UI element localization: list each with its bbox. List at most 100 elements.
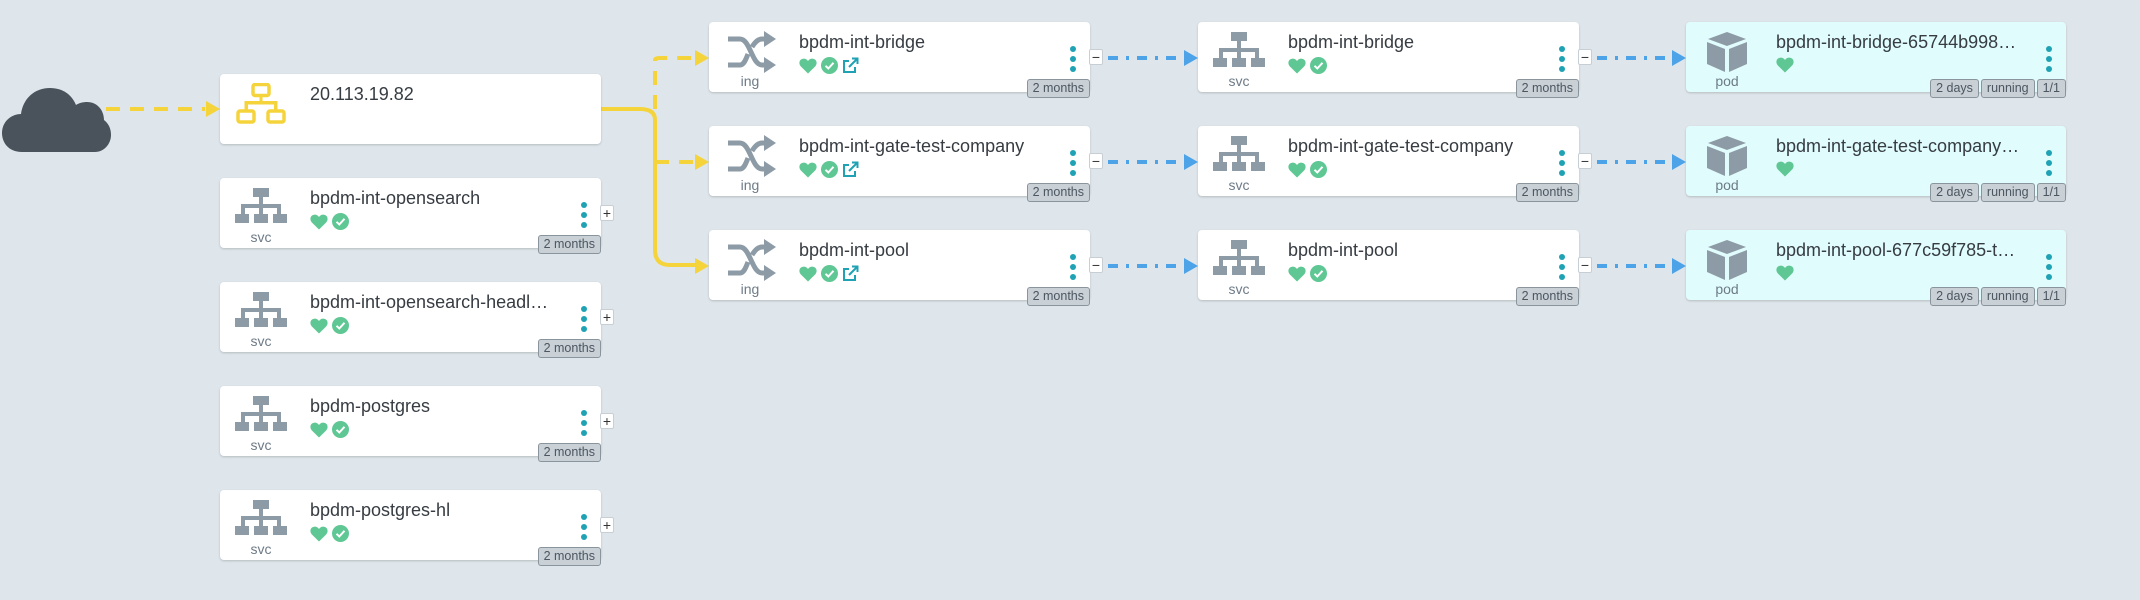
node-menu-icon[interactable] [1069,150,1077,176]
node-menu-icon[interactable] [2045,46,2053,72]
node-menu-icon[interactable] [580,514,588,540]
collapse-toggle[interactable]: − [1578,257,1592,273]
info-badges: 2 months [1026,79,1090,98]
info-badges: 2 months [1026,183,1090,202]
service-icon [1211,31,1267,73]
node-title: bpdm-int-bridge [1288,32,1415,52]
synced-check-icon [1310,161,1327,178]
age-badge: 2 months [1515,287,1579,306]
svc-node[interactable]: svc bpdm-int-pool − 2 months [1198,230,1592,306]
age-badge: 2 days [1930,287,1979,306]
kind-label: pod [1715,281,1739,297]
age-badge: 2 months [1515,183,1579,202]
node-menu-icon[interactable] [1558,254,1566,280]
synced-check-icon [821,161,838,178]
age-badge: 2 days [1930,79,1979,98]
status-icons [1776,161,1794,177]
ingress-edge-arrowhead [695,50,709,66]
expand-toggle[interactable]: + [600,205,614,221]
status-icons [799,161,859,178]
info-badges: 2 months [537,235,601,254]
ing-node[interactable]: ing bpdm-int-pool − 2 months [709,230,1103,306]
kind-label: svc [1228,177,1250,193]
collapse-toggle[interactable]: − [1089,49,1103,65]
node-menu-icon[interactable] [580,410,588,436]
service-icon [233,499,289,541]
ingress-edge-arrowhead [695,154,709,170]
ingress-icon [722,31,778,73]
expand-toggle[interactable]: + [600,413,614,429]
expand-toggle[interactable]: + [600,517,614,533]
node-menu-icon[interactable] [1558,150,1566,176]
node-menu-icon[interactable] [2045,150,2053,176]
external-link-icon[interactable] [842,265,859,282]
status-badge: running [1980,287,2035,306]
node-menu-icon[interactable] [1069,254,1077,280]
pod-node[interactable]: pod bpdm-int-bridge-65744b998d-... 2 days r… [1686,22,2066,98]
collapse-toggle[interactable]: − [1578,153,1592,169]
node-title: bpdm-int-pool [799,240,910,260]
node-title: bpdm-int-gate-test-company [1288,136,1514,156]
node-title: bpdm-int-opensearch [310,188,481,208]
healthy-heart-icon [1288,58,1306,73]
status-icons [1288,57,1327,74]
node-menu-icon[interactable] [1069,46,1077,72]
healthy-heart-icon [1776,265,1794,281]
kind-label: svc [1228,73,1250,89]
kind-label: ing [740,281,760,297]
node-menu-icon[interactable] [580,306,588,332]
pod-icon [1699,31,1755,73]
svc-node[interactable]: svc bpdm-int-bridge − 2 months [1198,22,1592,98]
healthy-heart-icon [310,214,328,229]
lb-node[interactable]: 20.113.19.82 [220,74,601,144]
node-menu-icon[interactable] [1558,46,1566,72]
age-badge: 2 months [537,339,601,358]
service-edge-arrowhead [1184,50,1198,66]
synced-check-icon [332,213,349,230]
pod-edge-arrowhead [1672,258,1686,274]
info-badges: 2 months [1515,287,1579,306]
info-badges: 2 days running 1/1 [1930,287,2066,306]
kind-label: ing [740,73,760,89]
info-badges: 2 months [537,443,601,462]
age-badge: 2 months [1026,287,1090,306]
age-badge: 2 months [1026,183,1090,202]
age-badge: 2 months [1515,79,1579,98]
collapse-toggle[interactable]: − [1089,257,1103,273]
pod-node[interactable]: pod bpdm-int-gate-test-company-... 2 days r… [1686,126,2066,202]
svc-node[interactable]: svc bpdm-int-opensearch +2 months [220,178,614,254]
pod-node[interactable]: pod bpdm-int-pool-677c59f785-td... 2 days r… [1686,230,2066,306]
collapse-toggle[interactable]: − [1578,49,1592,65]
node-title: bpdm-int-bridge-65744b998d-... [1776,32,2021,52]
healthy-heart-icon [1776,57,1794,73]
service-icon [233,187,289,229]
node-title: bpdm-int-pool [1288,240,1399,260]
collapse-toggle[interactable]: − [1089,153,1103,169]
trunk-edge [601,107,696,267]
svc-node[interactable]: svc bpdm-postgres +2 months [220,386,614,462]
node-title: bpdm-int-gate-test-company-... [1776,136,2021,156]
external-link-icon[interactable] [842,57,859,74]
synced-check-icon [1310,57,1327,74]
svc-node[interactable]: svc bpdm-int-opensearch-headless +2 months [220,282,614,358]
healthy-heart-icon [799,162,817,177]
svc-node[interactable]: svc bpdm-postgres-hl +2 months [220,490,614,566]
pod-edge-arrowhead [1672,154,1686,170]
expand-toggle[interactable]: + [600,309,614,325]
node-menu-icon[interactable] [2045,254,2053,280]
pod-edge-arrowhead [1672,50,1686,66]
service-edge-arrowhead [1184,258,1198,274]
ing-node[interactable]: ing bpdm-int-bridge − 2 months [709,22,1103,98]
svc-node[interactable]: svc bpdm-int-gate-test-company − 2 months [1198,126,1592,202]
info-badges: 2 months [1026,287,1090,306]
synced-check-icon [821,265,838,282]
external-link-icon[interactable] [842,161,859,178]
ingress-icon [722,239,778,281]
internet-cloud-icon [0,76,112,156]
node-menu-icon[interactable] [580,202,588,228]
ing-node[interactable]: ing bpdm-int-gate-test-company − 2 months [709,126,1103,202]
synced-check-icon [332,525,349,542]
healthy-heart-icon [310,318,328,333]
healthy-heart-icon [310,422,328,437]
synced-check-icon [332,421,349,438]
